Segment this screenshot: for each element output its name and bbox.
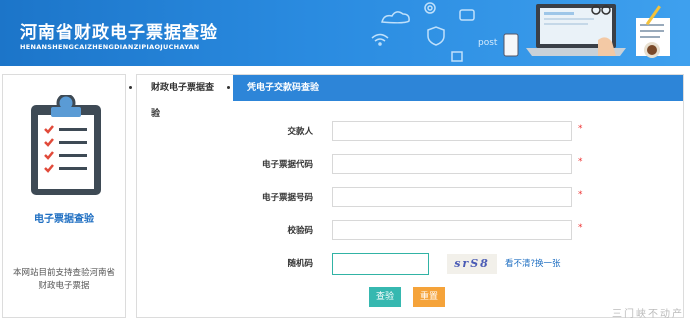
sidebar-title: 电子票据查验 [34, 214, 94, 225]
captcha-input[interactable] [332, 253, 429, 275]
gear-icon [424, 2, 436, 14]
wifi-icon [371, 33, 389, 46]
bill-code-label: 电子票据代码 [261, 160, 313, 170]
payer-label: 交款人 [287, 127, 313, 137]
check-code-label: 校验码 [287, 226, 313, 236]
captcha-image[interactable]: srS8 [447, 254, 497, 274]
clipboard-checklist-icon [31, 93, 101, 195]
sidebar-note: 本网站目前支持查验河南省财政电子票据 [12, 268, 115, 291]
required-mark: * [578, 190, 583, 200]
page-header: 河南省财政电子票据查验 HENANSHENGCAIZHENGDIANZIPIAO… [0, 0, 690, 66]
bill-code-input[interactable] [332, 154, 572, 174]
form-row-captcha: 随机码 srS8 看不清?换一张 [137, 253, 683, 275]
required-mark: * [578, 124, 583, 134]
header-illustration: post [371, 2, 670, 62]
form-row-bill-number: 电子票据号码 * [137, 187, 683, 209]
check-code-input[interactable] [332, 220, 572, 240]
chat-icon [459, 9, 475, 21]
form-row-check-code: 校验码 * [137, 220, 683, 242]
captcha-label: 随机码 [287, 259, 313, 269]
coffee-icon [644, 42, 660, 58]
form-row-bill-code: 电子票据代码 * [137, 154, 683, 176]
reset-button[interactable]: 重置 [413, 287, 445, 307]
post-label: post [478, 38, 498, 48]
watermark-text: 三门峡不动产 [612, 309, 684, 320]
sidebar-panel: 电子票据查验 本网站目前支持查验河南省财政电子票据 [2, 74, 126, 318]
required-mark: * [578, 223, 583, 233]
captcha-refresh-link[interactable]: 看不清?换一张 [505, 257, 561, 269]
cloud-icon [381, 11, 410, 24]
tab-fiscal-ebill-check[interactable]: 财政电子票据查验 [137, 75, 233, 119]
phone-icon [503, 33, 519, 57]
tab-bar: 财政电子票据查验 凭电子交款码查验 [129, 75, 683, 119]
shield-icon [427, 26, 445, 46]
form-row-payer: 交款人 * [137, 121, 683, 143]
bill-number-input[interactable] [332, 187, 572, 207]
tab-payment-code-check[interactable]: 凭电子交款码查验 [233, 75, 333, 101]
query-button[interactable]: 查验 [369, 287, 401, 307]
bill-number-label: 电子票据号码 [261, 193, 313, 203]
cup-icon [451, 51, 463, 62]
required-mark: * [578, 157, 583, 167]
site-title: 河南省财政电子票据查验 [20, 23, 218, 43]
tab-bullet [129, 86, 132, 89]
tab-bullet [227, 86, 230, 89]
payer-input[interactable] [332, 121, 572, 141]
query-panel: 财政电子票据查验 凭电子交款码查验 交款人 * 电子票据代码 * 电子票据号码 … [129, 74, 684, 318]
site-subtitle: HENANSHENGCAIZHENGDIANZIPIAOJUCHAYAN [20, 43, 200, 51]
